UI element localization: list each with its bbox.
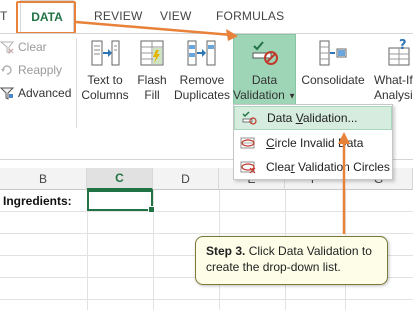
menu-item-1-pre: Data <box>267 111 296 125</box>
menu-item-3-post: Validation Circles <box>294 160 390 174</box>
menu-item-data-validation[interactable]: Data Validation... <box>234 106 392 130</box>
what-if-analysis-button[interactable]: ? What-If Analysis <box>370 34 413 106</box>
menu-item-2-post: ircle Invalid Data <box>274 136 364 150</box>
cell-b-ingredients[interactable]: Ingredients: <box>3 194 72 208</box>
menu-item-1-key: V <box>295 111 303 125</box>
column-header-c[interactable]: C <box>87 168 153 190</box>
data-validation-menu: Data Validation... Circle Invalid Data C… <box>233 104 393 180</box>
advanced-label: Advanced <box>18 86 72 100</box>
data-validation-icon <box>249 38 281 68</box>
text-to-columns-label-1: Text to <box>87 73 123 87</box>
remove-duplicates-icon <box>186 38 218 68</box>
tab-data[interactable]: DATA <box>20 0 74 33</box>
reapply-button[interactable]: Reapply <box>0 60 62 80</box>
menu-item-1-post: alidation... <box>302 111 358 125</box>
clear-button[interactable]: Clear <box>0 37 47 57</box>
clear-validation-circles-icon <box>240 159 256 175</box>
text-to-columns-label-2: Columns <box>81 88 129 102</box>
reapply-label: Reapply <box>18 63 63 77</box>
tab-partial[interactable]: T <box>0 9 8 23</box>
flash-fill-label-2: Fill <box>144 88 160 102</box>
consolidate-icon <box>317 38 349 68</box>
advanced-filter-icon <box>0 86 14 100</box>
consolidate-button[interactable]: Consolidate <box>298 34 368 106</box>
table-row <box>0 212 413 234</box>
menu-item-clear-validation-circles[interactable]: Clear Validation Circles <box>234 155 392 179</box>
remove-duplicates-label-1: Remove <box>179 73 225 87</box>
callout-step: Step 3. <box>206 244 246 258</box>
what-if-analysis-icon: ? <box>385 38 413 68</box>
circle-invalid-data-icon <box>240 135 256 151</box>
tab-formulas[interactable]: FORMULAS <box>216 9 284 23</box>
tab-view[interactable]: VIEW <box>160 9 191 23</box>
data-validation-label-2: Validation <box>233 88 285 102</box>
group-separator <box>76 38 77 128</box>
text-to-columns-button[interactable]: Text to Columns <box>79 34 131 106</box>
flash-fill-icon <box>137 38 167 68</box>
text-to-columns-icon <box>89 38 121 68</box>
dropdown-caret-icon: ▼ <box>288 91 297 101</box>
excel-window: T DATA REVIEW VIEW FORMULAS Clear Reappl… <box>0 0 413 310</box>
column-header-b[interactable]: B <box>0 168 87 190</box>
remove-duplicates-button[interactable]: Remove Duplicates <box>173 34 231 106</box>
fill-handle[interactable] <box>148 206 155 213</box>
reapply-icon <box>0 63 14 77</box>
menu-item-2-key: C <box>266 136 275 150</box>
flash-fill-label-1: Flash <box>137 73 167 87</box>
ribbon-tab-bar: T DATA REVIEW VIEW FORMULAS <box>0 0 413 34</box>
menu-item-3-pre: Clea <box>266 160 291 174</box>
svg-text:?: ? <box>399 38 407 53</box>
clear-label: Clear <box>18 40 47 54</box>
menu-item-circle-invalid-data[interactable]: Circle Invalid Data <box>234 131 392 155</box>
what-if-label-2: Analysis <box>374 88 413 102</box>
advanced-button[interactable]: Advanced <box>0 83 71 103</box>
consolidate-label: Consolidate <box>301 73 365 87</box>
clear-filter-icon <box>0 40 14 54</box>
step-callout: Step 3. Click Data Validation to create … <box>195 236 388 285</box>
remove-duplicates-label-2: Duplicates <box>173 88 231 102</box>
tab-review[interactable]: REVIEW <box>94 9 143 23</box>
data-validation-button[interactable]: Data Validation ▼ <box>233 34 296 106</box>
data-validation-label-1: Data <box>251 73 278 87</box>
flash-fill-button[interactable]: Flash Fill <box>133 34 171 106</box>
what-if-label-1: What-If <box>374 73 413 87</box>
column-header-d[interactable]: D <box>153 168 219 190</box>
selected-cell-c[interactable] <box>87 190 155 213</box>
data-validation-small-icon <box>241 110 257 126</box>
